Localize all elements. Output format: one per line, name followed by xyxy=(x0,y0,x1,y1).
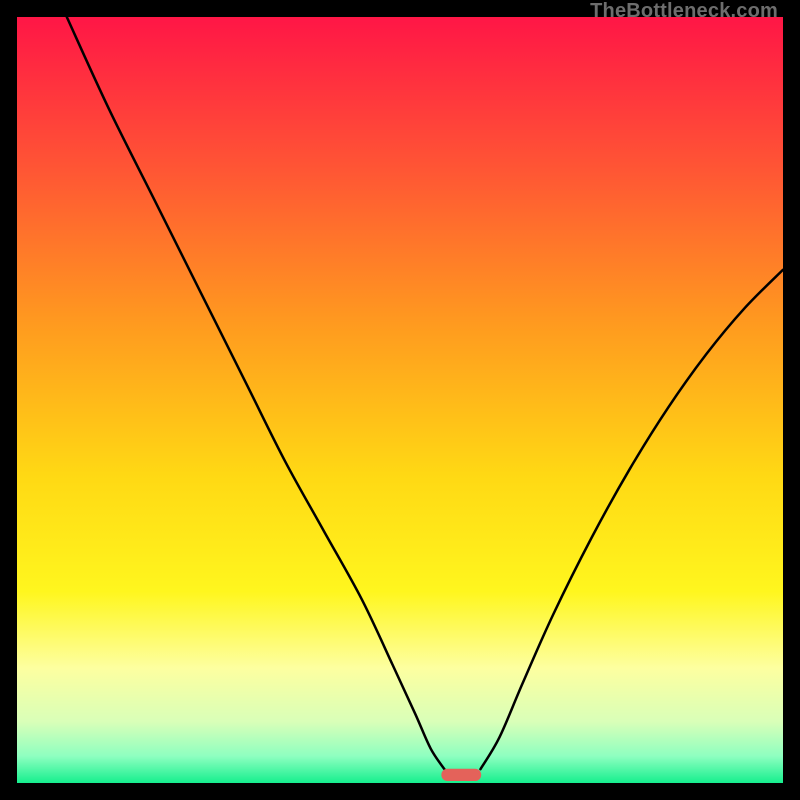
chart-frame xyxy=(17,17,783,783)
gradient-background xyxy=(17,17,783,783)
bottleneck-chart xyxy=(17,17,783,783)
notch-marker xyxy=(441,769,481,781)
watermark-text: TheBottleneck.com xyxy=(590,0,778,23)
